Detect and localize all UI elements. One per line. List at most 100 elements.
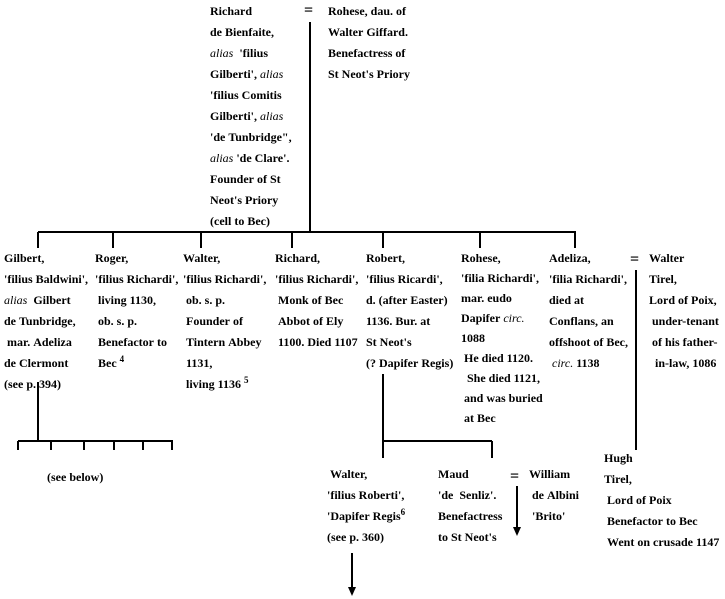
text-segment: Tirel, [604, 472, 632, 486]
text-line: 1136. Bur. at [366, 311, 453, 332]
footnote-ref: 6 [400, 507, 406, 517]
text-line: St Neot's [366, 332, 453, 353]
text-segment: 1138 [573, 356, 600, 370]
text-segment: William [529, 467, 571, 481]
text-segment: to St Neot's [438, 530, 497, 544]
text-segment: St Neot's [366, 335, 412, 349]
text-line: ob. s. p. [183, 290, 266, 311]
italic-text: alias [210, 46, 234, 60]
text-line: Benefactor to [95, 332, 178, 353]
text-segment: 'filius Ricardi', [366, 272, 443, 286]
text-line: 'de Senliz'. [438, 485, 502, 506]
text-segment: living 1130, [95, 293, 157, 307]
text-segment: de Albini [529, 488, 580, 502]
text-segment: and was buried [461, 391, 543, 405]
italic-text: alias [260, 109, 284, 123]
text-line: 'filia Richardi', [461, 268, 543, 288]
text-line: alias Gilbert [4, 290, 88, 311]
text-line: ob. s. p. [95, 311, 178, 332]
text-segment: Benefactress of [328, 46, 406, 60]
text-line: living 1136 5 [183, 374, 266, 395]
text-segment: died at [549, 293, 585, 307]
footnote-ref: 5 [244, 375, 249, 385]
text-line: Tirel, [604, 469, 719, 490]
text-segment: Richard [210, 4, 252, 18]
text-segment: under-tenant [649, 314, 719, 328]
text-segment: d. (after Easter) [366, 293, 448, 307]
text-segment: Lord of Poix, [649, 293, 717, 307]
text-line: died at [549, 290, 628, 311]
text-line: Tirel, [649, 269, 719, 290]
person-hugh-tirel: Hugh Tirel, Lord of Poix Benefactor to Be… [604, 448, 719, 553]
text-line: Benefactress of [328, 43, 410, 64]
text-line: Rohese, dau. of [328, 1, 410, 22]
text-line: d. (after Easter) [366, 290, 453, 311]
text-line: 'filius Richardi', [275, 269, 358, 290]
text-line: 'Brito' [529, 506, 579, 527]
text-segment: (? Dapifer Regis) [366, 356, 454, 370]
italic-text: circ. [549, 356, 574, 370]
maud-arrow-head [513, 527, 521, 536]
text-segment: Went on crusade 1147 [604, 535, 720, 549]
text-segment: 1088 [461, 331, 485, 345]
text-line: He died 1120. [461, 348, 543, 368]
italic-text: alias [4, 293, 28, 307]
text-segment: (see p. 360) [327, 530, 384, 544]
text-line: Went on crusade 1147 [604, 532, 719, 553]
text-segment: Lord of Poix [604, 493, 672, 507]
person-roger: Roger, 'filius Richardi', living 1130, ob… [95, 248, 178, 374]
text-segment: 'filia Richardi', [549, 272, 627, 286]
text-line: 'de Tunbridge", [210, 127, 292, 148]
text-line: She died 1121, [461, 368, 543, 388]
text-line: Lord of Poix, [649, 290, 719, 311]
text-line: (see p. 394) [4, 374, 88, 395]
text-segment: Dapifer [461, 311, 504, 325]
text-line: Walter Giffard. [328, 22, 410, 43]
text-line: and was buried [461, 388, 543, 408]
text-segment: offshoot of Bec, [549, 335, 628, 349]
text-segment: Richard, [275, 251, 320, 265]
text-segment: Benefactress [438, 509, 503, 523]
text-segment: He died 1120. [461, 351, 534, 365]
text-line: Robert, [366, 248, 453, 269]
text-segment: Maud [438, 467, 469, 481]
person-richard-son: Richard, 'filius Richardi', Monk of Bec A… [275, 248, 358, 353]
text-line: 1131, [183, 353, 266, 374]
text-line: to St Neot's [438, 527, 502, 548]
text-segment: 'de Senliz'. [438, 488, 497, 502]
text-segment: Tirel, [649, 272, 677, 286]
text-line: Lord of Poix [604, 490, 719, 511]
person-rohese-giffard: Rohese, dau. of Walter Giffard. Benefactre… [328, 1, 410, 85]
text-line: Richard [210, 1, 292, 22]
text-line: Neot's Priory [210, 190, 292, 211]
text-segment: 1131, [183, 356, 213, 370]
text-line: 1100. Died 1107 [275, 332, 358, 353]
text-line: in-law, 1086 [649, 353, 719, 374]
text-line: 'filius Richardi', [95, 269, 178, 290]
text-segment: (cell to Bec) [210, 214, 270, 228]
person-rohese-daughter: Rohese, 'filia Richardi', mar. eudo Dapifer… [461, 248, 543, 428]
text-segment: Hugh [604, 451, 633, 465]
text-segment: St Neot's Priory [328, 67, 410, 81]
person-walter-tirel: Walter Tirel, Lord of Poix, under-tenant o… [649, 248, 719, 374]
italic-text: circ. [503, 311, 525, 325]
text-segment: de Bienfaite, [210, 25, 274, 39]
text-line: mar. eudo [461, 288, 543, 308]
text-line: Roger, [95, 248, 178, 269]
text-segment: Walter [649, 251, 685, 265]
person-william-de-albini: William de Albini 'Brito' [529, 464, 579, 527]
text-segment: Adeliza, [549, 251, 591, 265]
marriage-symbol-adeliza: = [630, 251, 640, 268]
italic-text: alias [210, 151, 234, 165]
text-line: Maud [438, 464, 502, 485]
text-segment: 1100. Died 1107 [275, 335, 358, 349]
text-segment: de Tunbridge, [4, 314, 76, 328]
text-segment: Tintern Abbey [183, 335, 262, 349]
text-line: Monk of Bec [275, 290, 358, 311]
text-line: living 1130, [95, 290, 178, 311]
person-adeliza: Adeliza, 'filia Richardi', died at Conflans… [549, 248, 628, 374]
text-segment: 'filius Baldwini', [4, 272, 89, 286]
text-line: (? Dapifer Regis) [366, 353, 453, 374]
text-line: at Bec [461, 408, 543, 428]
person-gilbert: Gilbert, 'filius Baldwini', alias Gilbert d… [4, 248, 88, 395]
